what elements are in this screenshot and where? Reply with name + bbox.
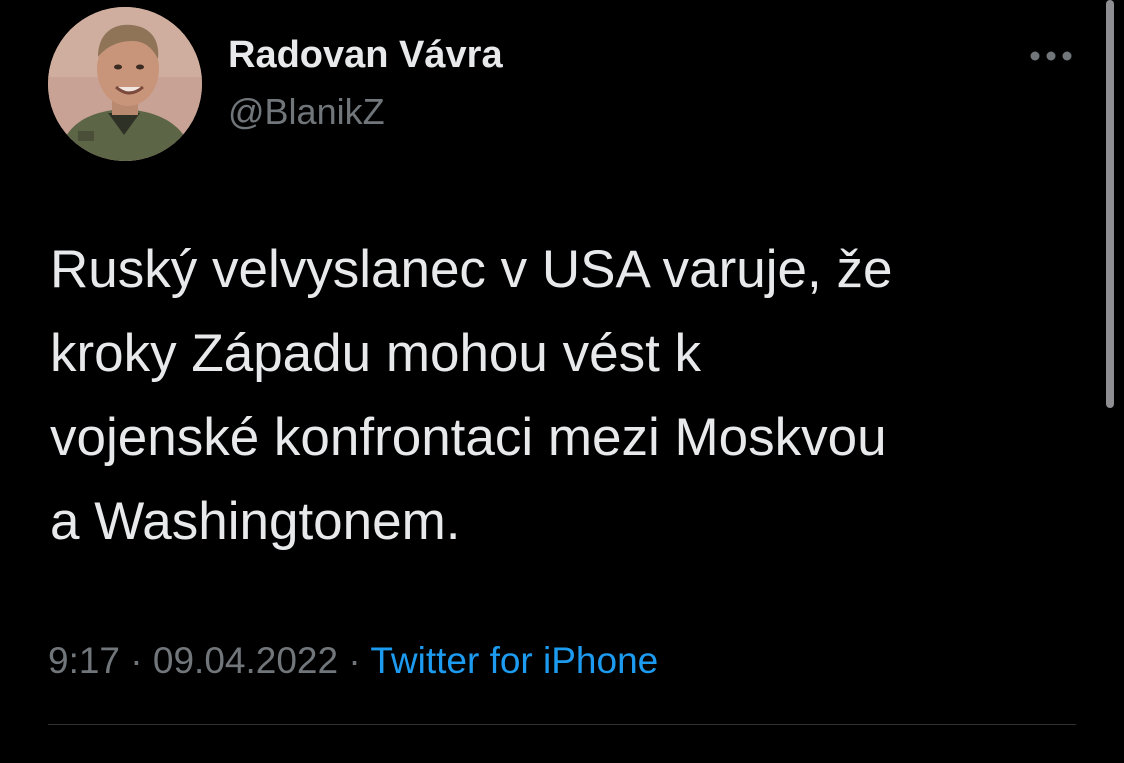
meta-separator: · xyxy=(130,640,143,681)
author-handle[interactable]: @BlanikZ xyxy=(228,91,385,133)
tweet-time[interactable]: 9:17 xyxy=(48,640,120,681)
tweet-text: Ruský velvyslanec v USA varuje, že kroky… xyxy=(50,228,1070,564)
scrollbar[interactable] xyxy=(1106,0,1114,408)
divider xyxy=(48,724,1076,725)
tweet-text-line: vojenské konfrontaci mezi Moskvou xyxy=(50,408,887,467)
tweet-text-line: kroky Západu mohou vést k xyxy=(50,324,702,383)
avatar[interactable] xyxy=(48,7,202,161)
tweet-text-line: a Washingtonem. xyxy=(50,492,461,551)
tweet-source-link[interactable]: Twitter for iPhone xyxy=(370,640,658,681)
tweet-date[interactable]: 09.04.2022 xyxy=(153,640,338,681)
more-horizontal-icon xyxy=(1030,51,1072,61)
author-display-name[interactable]: Radovan Vávra xyxy=(228,34,503,77)
meta-separator: · xyxy=(348,640,361,681)
profile-photo xyxy=(48,7,202,161)
tweet-text-line: Ruský velvyslanec v USA varuje, že xyxy=(50,240,893,299)
tweet-metadata: 9:17 · 09.04.2022 · Twitter for iPhone xyxy=(48,640,658,682)
more-button[interactable] xyxy=(1026,42,1076,70)
